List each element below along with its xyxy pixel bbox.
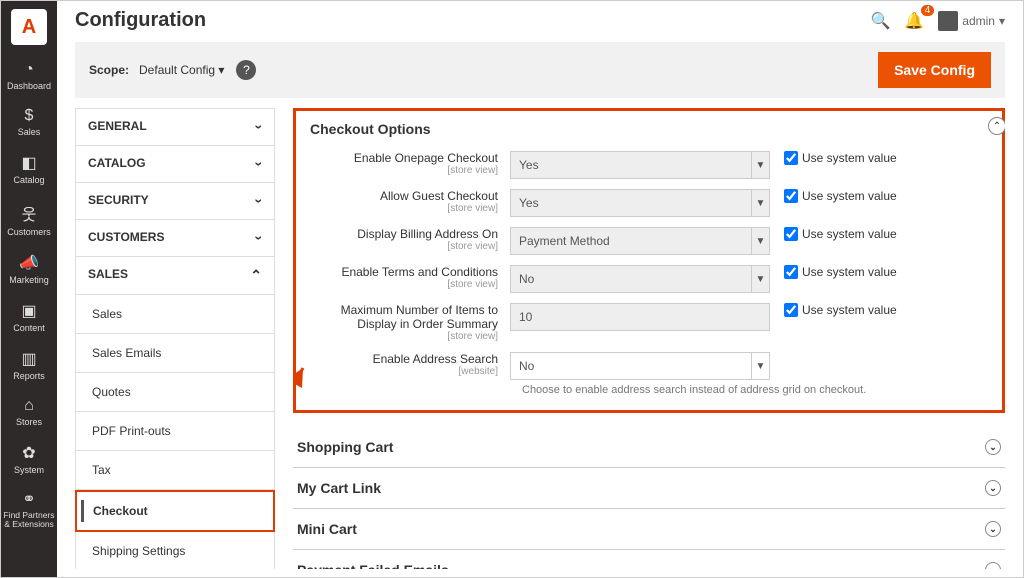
config-form: ⌃ Checkout Options Enable Onepage Checko… (293, 108, 1005, 569)
address-search-select[interactable]: No▼ (510, 352, 770, 380)
notifications-icon[interactable]: 🔔4 (904, 11, 924, 31)
field-hint: Choose to enable address search instead … (522, 384, 988, 396)
config-tabs: GENERAL CATALOG SECURITY CUSTOMERS SALES… (75, 108, 275, 569)
nav-dashboard[interactable]: ◔Dashboard (1, 53, 57, 99)
use-system-billing[interactable]: Use system value (784, 227, 897, 241)
nav-partners[interactable]: ⚭Find Partners & Extensions (1, 483, 57, 537)
expand-icon: ⌄ (985, 562, 1001, 569)
use-system-terms[interactable]: Use system value (784, 265, 897, 279)
field-label: Enable Terms and Conditions (341, 265, 498, 279)
help-icon[interactable]: ? (236, 60, 256, 80)
sub-sales-emails[interactable]: Sales Emails (75, 334, 275, 373)
section-shopping-cart[interactable]: Shopping Cart⌄ (293, 427, 1005, 468)
chevron-down-icon: ▼ (751, 190, 769, 216)
nav-marketing[interactable]: 📣Marketing (1, 245, 57, 293)
field-label: Allow Guest Checkout (380, 189, 498, 203)
notifications-badge: 4 (921, 5, 935, 16)
page-title: Configuration (75, 9, 206, 32)
tab-sales[interactable]: SALES (75, 256, 275, 295)
logo[interactable]: A (11, 9, 47, 45)
section-my-cart-link[interactable]: My Cart Link⌄ (293, 468, 1005, 509)
section-mini-cart[interactable]: Mini Cart⌄ (293, 509, 1005, 550)
partners-icon: ⚭ (3, 491, 55, 509)
admin-nav: A ◔Dashboard $Sales ◧Catalog 웃Customers … (1, 1, 57, 577)
nav-system[interactable]: ✿System (1, 435, 57, 483)
nav-stores[interactable]: ⌂Stores (1, 389, 57, 435)
stores-icon: ⌂ (3, 397, 55, 415)
field-label: Enable Onepage Checkout (354, 151, 498, 165)
sub-shipping[interactable]: Shipping Settings (75, 532, 275, 569)
chevron-down-icon (257, 156, 262, 172)
chevron-down-icon: ▼ (751, 152, 769, 178)
expand-icon: ⌄ (985, 439, 1001, 455)
collapse-icon[interactable]: ⌃ (988, 117, 1005, 135)
sub-quotes[interactable]: Quotes (75, 373, 275, 412)
nav-content[interactable]: ▣Content (1, 293, 57, 341)
use-system-maxitems[interactable]: Use system value (784, 303, 897, 317)
use-system-guest[interactable]: Use system value (784, 189, 897, 203)
tab-general[interactable]: GENERAL (75, 108, 275, 145)
field-label: Display Billing Address On (357, 227, 498, 241)
tab-security[interactable]: SECURITY (75, 182, 275, 219)
system-icon: ✿ (3, 443, 55, 463)
scope-label: Scope: (89, 63, 129, 77)
chevron-up-icon (250, 267, 262, 284)
guest-select: Yes▼ (510, 189, 770, 217)
section-title: Checkout Options (310, 121, 988, 137)
nav-sales[interactable]: $Sales (1, 99, 57, 145)
chevron-down-icon (257, 119, 262, 135)
expand-icon: ⌄ (985, 480, 1001, 496)
dashboard-icon: ◔ (3, 61, 55, 79)
field-label: Enable Address Search (373, 352, 498, 366)
terms-select: No▼ (510, 265, 770, 293)
checkout-options-box: ⌃ Checkout Options Enable Onepage Checko… (293, 108, 1005, 413)
chevron-down-icon: ▼ (751, 353, 769, 379)
expand-icon: ⌄ (985, 521, 1001, 537)
page-header: Configuration 🔍 🔔4 admin ▾ (57, 1, 1023, 36)
field-label: Maximum Number of Items to Display in Or… (341, 303, 498, 331)
sales-icon: $ (3, 107, 55, 125)
nav-catalog[interactable]: ◧Catalog (1, 145, 57, 193)
save-config-button[interactable]: Save Config (878, 52, 991, 88)
tab-catalog[interactable]: CATALOG (75, 145, 275, 182)
account-menu[interactable]: admin ▾ (938, 11, 1005, 31)
tab-customers[interactable]: CUSTOMERS (75, 219, 275, 256)
use-system-onepage[interactable]: Use system value (784, 151, 897, 165)
onepage-select: Yes▼ (510, 151, 770, 179)
chevron-down-icon (257, 193, 262, 209)
search-icon[interactable]: 🔍 (870, 11, 890, 31)
sub-pdf[interactable]: PDF Print-outs (75, 412, 275, 451)
sub-tax[interactable]: Tax (75, 451, 275, 490)
maxitems-input: 10 (510, 303, 770, 331)
chevron-down-icon: ▼ (751, 266, 769, 292)
nav-customers[interactable]: 웃Customers (1, 193, 57, 245)
scope-select[interactable]: Default Config ▾ (139, 63, 224, 77)
nav-reports[interactable]: ▥Reports (1, 341, 57, 389)
sub-checkout[interactable]: Checkout (75, 490, 275, 532)
sub-sales[interactable]: Sales (75, 295, 275, 334)
scope-bar: Scope: Default Config ▾ ? Save Config (75, 42, 1005, 98)
reports-icon: ▥ (3, 349, 55, 369)
content-icon: ▣ (3, 301, 55, 321)
chevron-down-icon (257, 230, 262, 246)
billing-select: Payment Method▼ (510, 227, 770, 255)
section-payment-failed[interactable]: Payment Failed Emails⌄ (293, 550, 1005, 569)
catalog-icon: ◧ (3, 153, 55, 173)
marketing-icon: 📣 (3, 253, 55, 273)
avatar-icon (938, 11, 958, 31)
chevron-down-icon: ▼ (751, 228, 769, 254)
customers-icon: 웃 (3, 201, 55, 225)
